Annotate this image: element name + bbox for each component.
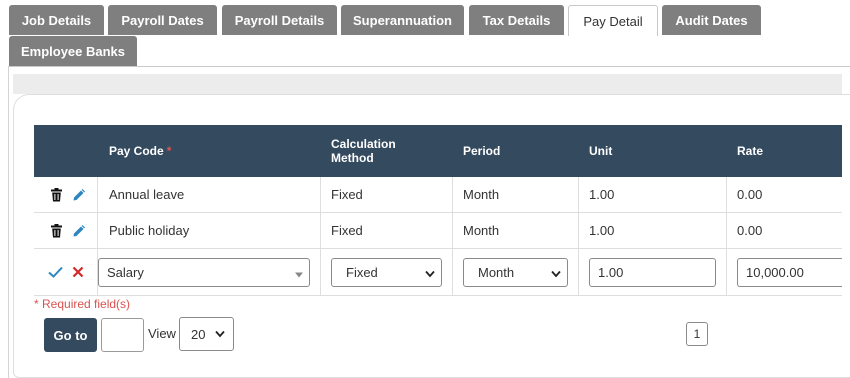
tab-audit-dates[interactable]: Audit Dates bbox=[662, 5, 761, 35]
pay-code-value: Salary bbox=[107, 265, 144, 280]
period-select[interactable]: Month bbox=[463, 258, 568, 287]
page-size-value: 20 bbox=[191, 326, 206, 342]
view-label: View bbox=[148, 326, 176, 341]
edit-row: Salary Fixed Month 1.00 10,000.00 bbox=[34, 249, 842, 296]
trash-icon[interactable] bbox=[48, 187, 64, 203]
tab-label: Audit Dates bbox=[675, 12, 748, 28]
tab-label: Payroll Dates bbox=[121, 12, 204, 28]
column-divider bbox=[578, 213, 579, 248]
table-row: Annual leave Fixed Month 1.00 0.00 bbox=[34, 177, 842, 213]
column-divider bbox=[97, 177, 98, 212]
column-divider bbox=[726, 213, 727, 248]
trash-icon[interactable] bbox=[48, 223, 64, 239]
column-header-label: Method bbox=[331, 151, 374, 165]
rate-cell: 0.00 bbox=[737, 187, 763, 202]
unit-cell: 1.00 bbox=[589, 223, 615, 238]
period-value: Month bbox=[478, 265, 515, 280]
grid-header: Pay Code * Calculation Method Period Unit… bbox=[34, 125, 842, 177]
unit-input[interactable]: 1.00 bbox=[589, 258, 716, 287]
calc-method-value: Fixed bbox=[346, 265, 378, 280]
tab-job-details[interactable]: Job Details bbox=[9, 5, 104, 35]
calc-method-select[interactable]: Fixed bbox=[331, 258, 442, 287]
calc-method-cell: Fixed bbox=[331, 187, 363, 202]
column-divider bbox=[320, 177, 321, 212]
column-divider bbox=[452, 213, 453, 248]
tab-label: Tax Details bbox=[482, 12, 551, 28]
column-divider bbox=[452, 177, 453, 212]
caret-down-icon bbox=[295, 265, 303, 280]
pay-code-cell: Public holiday bbox=[109, 223, 190, 238]
column-header-label: Calculation bbox=[331, 137, 396, 151]
column-header-pay-code[interactable]: Pay Code * bbox=[109, 125, 171, 177]
chevron-down-icon bbox=[551, 265, 561, 280]
tab-tax-details[interactable]: Tax Details bbox=[469, 5, 564, 35]
go-to-button[interactable]: Go to bbox=[44, 318, 97, 352]
column-divider bbox=[578, 249, 579, 295]
table-row: Public holiday Fixed Month 1.00 0.00 bbox=[34, 213, 842, 249]
unit-value: 1.00 bbox=[598, 265, 624, 280]
column-header-rate[interactable]: Rate bbox=[737, 125, 763, 177]
column-divider bbox=[726, 177, 727, 212]
go-to-label: Go to bbox=[53, 327, 88, 343]
tab-label: Payroll Details bbox=[234, 12, 325, 28]
column-header-unit[interactable]: Unit bbox=[589, 125, 612, 177]
column-header-period[interactable]: Period bbox=[463, 125, 500, 177]
column-header-label: Rate bbox=[737, 144, 764, 158]
column-divider bbox=[452, 249, 453, 295]
column-header-calculation-method[interactable]: Calculation Method bbox=[331, 125, 396, 177]
tab-label: Superannuation bbox=[353, 12, 452, 28]
column-divider bbox=[578, 177, 579, 212]
column-header-label: Unit bbox=[589, 144, 613, 158]
close-icon[interactable] bbox=[70, 264, 86, 280]
period-cell: Month bbox=[463, 187, 500, 202]
pencil-icon[interactable] bbox=[71, 187, 87, 203]
column-divider bbox=[726, 249, 727, 295]
tab-pay-detail[interactable]: Pay Detail bbox=[568, 5, 658, 36]
calc-method-cell: Fixed bbox=[331, 223, 363, 238]
column-divider bbox=[320, 213, 321, 248]
tab-label: Pay Detail bbox=[583, 13, 643, 29]
column-header-label: Pay Code bbox=[109, 144, 164, 158]
chevron-down-icon bbox=[215, 330, 225, 338]
page-size-select[interactable]: 20 bbox=[179, 317, 234, 351]
column-divider bbox=[320, 249, 321, 295]
tab-label: Employee Banks bbox=[20, 43, 126, 59]
tab-payroll-details[interactable]: Payroll Details bbox=[222, 5, 337, 35]
pencil-icon[interactable] bbox=[71, 223, 87, 239]
panel-toolbar-strip bbox=[13, 74, 842, 94]
pagination-page-button[interactable]: 1 bbox=[686, 322, 708, 346]
required-marker: * bbox=[166, 144, 172, 158]
pay-code-select[interactable]: Salary bbox=[98, 258, 310, 287]
column-header-label: Period bbox=[463, 144, 501, 158]
tab-label: Job Details bbox=[21, 12, 92, 28]
rate-input[interactable]: 10,000.00 bbox=[737, 258, 842, 287]
tab-employee-banks[interactable]: Employee Banks bbox=[9, 36, 137, 66]
rate-value: 10,000.00 bbox=[746, 265, 804, 280]
unit-cell: 1.00 bbox=[589, 187, 615, 202]
tab-payroll-dates[interactable]: Payroll Dates bbox=[108, 5, 217, 35]
rate-cell: 0.00 bbox=[737, 223, 763, 238]
page-number-input[interactable] bbox=[101, 318, 144, 352]
required-fields-note: * Required field(s) bbox=[34, 297, 131, 311]
tab-superannuation[interactable]: Superannuation bbox=[341, 5, 464, 35]
period-cell: Month bbox=[463, 223, 500, 238]
checkmark-icon[interactable] bbox=[47, 264, 63, 280]
pay-code-cell: Annual leave bbox=[109, 187, 185, 202]
chevron-down-icon bbox=[425, 265, 435, 280]
column-divider bbox=[97, 213, 98, 248]
